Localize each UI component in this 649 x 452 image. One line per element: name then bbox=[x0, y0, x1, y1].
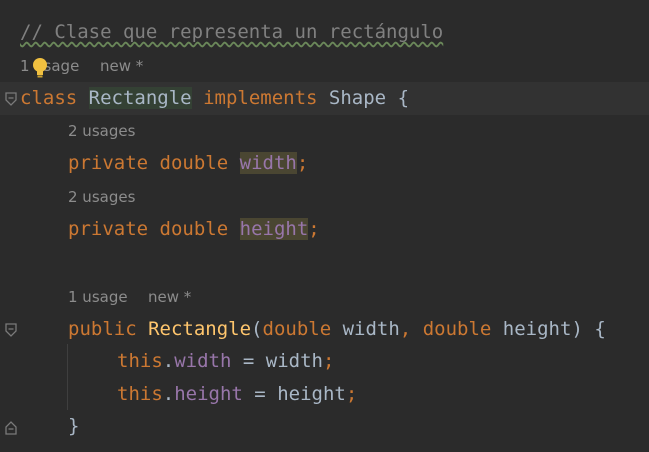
type-double: double bbox=[159, 152, 229, 174]
field-ref-height[interactable]: height bbox=[174, 383, 243, 405]
dot: . bbox=[162, 383, 175, 405]
code-line-field-width[interactable]: private double width; bbox=[68, 147, 308, 180]
keyword-this: this bbox=[117, 383, 163, 405]
semicolon: ; bbox=[296, 152, 309, 174]
keyword-this: this bbox=[117, 350, 163, 372]
open-brace: { bbox=[397, 87, 410, 109]
semicolon: ; bbox=[322, 350, 335, 372]
field-height[interactable]: height bbox=[239, 218, 309, 240]
ctor-new-hint[interactable]: new * bbox=[148, 281, 191, 314]
height-usages-label: 2 usages bbox=[68, 188, 136, 206]
param-height[interactable]: height bbox=[503, 318, 572, 340]
comma: , bbox=[399, 318, 412, 340]
code-line-class-decl[interactable]: class Rectangle implements Shape { bbox=[20, 82, 409, 115]
fold-end-marker-icon[interactable] bbox=[5, 421, 17, 435]
semicolon: ; bbox=[345, 383, 358, 405]
code-line-field-height[interactable]: private double height; bbox=[68, 213, 320, 246]
class-name[interactable]: Rectangle bbox=[88, 87, 192, 109]
code-line-comment[interactable]: // Clase que representa un rectángulo bbox=[20, 16, 443, 49]
field-ref-width[interactable]: width bbox=[174, 350, 231, 372]
value-height[interactable]: height bbox=[277, 383, 346, 405]
code-editor[interactable]: // Clase que representa un rectángulo 1s… bbox=[0, 0, 649, 452]
keyword-private: private bbox=[68, 152, 149, 174]
value-width[interactable]: width bbox=[266, 350, 323, 372]
keyword-public: public bbox=[68, 318, 137, 340]
keyword-implements: implements bbox=[203, 87, 318, 109]
equals: = bbox=[242, 383, 278, 405]
keyword-private: private bbox=[68, 218, 149, 240]
code-line-assign-width[interactable]: this.width = width; bbox=[117, 345, 334, 378]
editor-gutter[interactable] bbox=[0, 0, 18, 452]
width-usages-label: 2 usages bbox=[68, 122, 136, 140]
semicolon: ; bbox=[308, 218, 320, 240]
class-new-hint[interactable]: new * bbox=[100, 50, 143, 83]
ctor-new-label: new * bbox=[148, 288, 192, 306]
indent-guide bbox=[67, 344, 68, 410]
fold-marker-icon[interactable] bbox=[5, 92, 17, 106]
equals: = bbox=[231, 350, 266, 372]
height-usages-hint[interactable]: 2 usages bbox=[68, 181, 135, 214]
code-line-close-brace[interactable]: } bbox=[68, 410, 79, 443]
class-usage-prefix: 1 bbox=[20, 57, 30, 75]
constructor-name[interactable]: Rectangle bbox=[148, 318, 251, 340]
code-line-constructor[interactable]: public Rectangle(double width, double he… bbox=[68, 313, 606, 346]
ctor-usage-label: 1 usage bbox=[68, 288, 128, 306]
close-paren-brace: ) { bbox=[571, 318, 606, 340]
lightbulb-icon[interactable] bbox=[31, 56, 49, 80]
field-width[interactable]: width bbox=[239, 152, 297, 174]
param-type-double: double bbox=[262, 318, 332, 340]
class-usage-hint[interactable]: 1 sage bbox=[20, 50, 79, 83]
param-width[interactable]: width bbox=[343, 318, 400, 340]
width-usages-hint[interactable]: 2 usages bbox=[68, 115, 135, 148]
fold-marker-icon[interactable] bbox=[5, 323, 17, 337]
class-new-label: new * bbox=[100, 57, 144, 75]
dot: . bbox=[162, 350, 175, 372]
ctor-usage-hint[interactable]: 1 usage bbox=[68, 281, 128, 314]
interface-name[interactable]: Shape bbox=[329, 87, 386, 109]
open-paren: ( bbox=[251, 318, 263, 340]
keyword-class: class bbox=[20, 87, 78, 109]
code-line-assign-height[interactable]: this.height = height; bbox=[117, 378, 357, 411]
type-double: double bbox=[159, 218, 229, 240]
param-type-double: double bbox=[422, 318, 492, 340]
comment-text: // Clase que representa un rectángulo bbox=[20, 21, 444, 43]
close-brace: } bbox=[68, 415, 80, 437]
